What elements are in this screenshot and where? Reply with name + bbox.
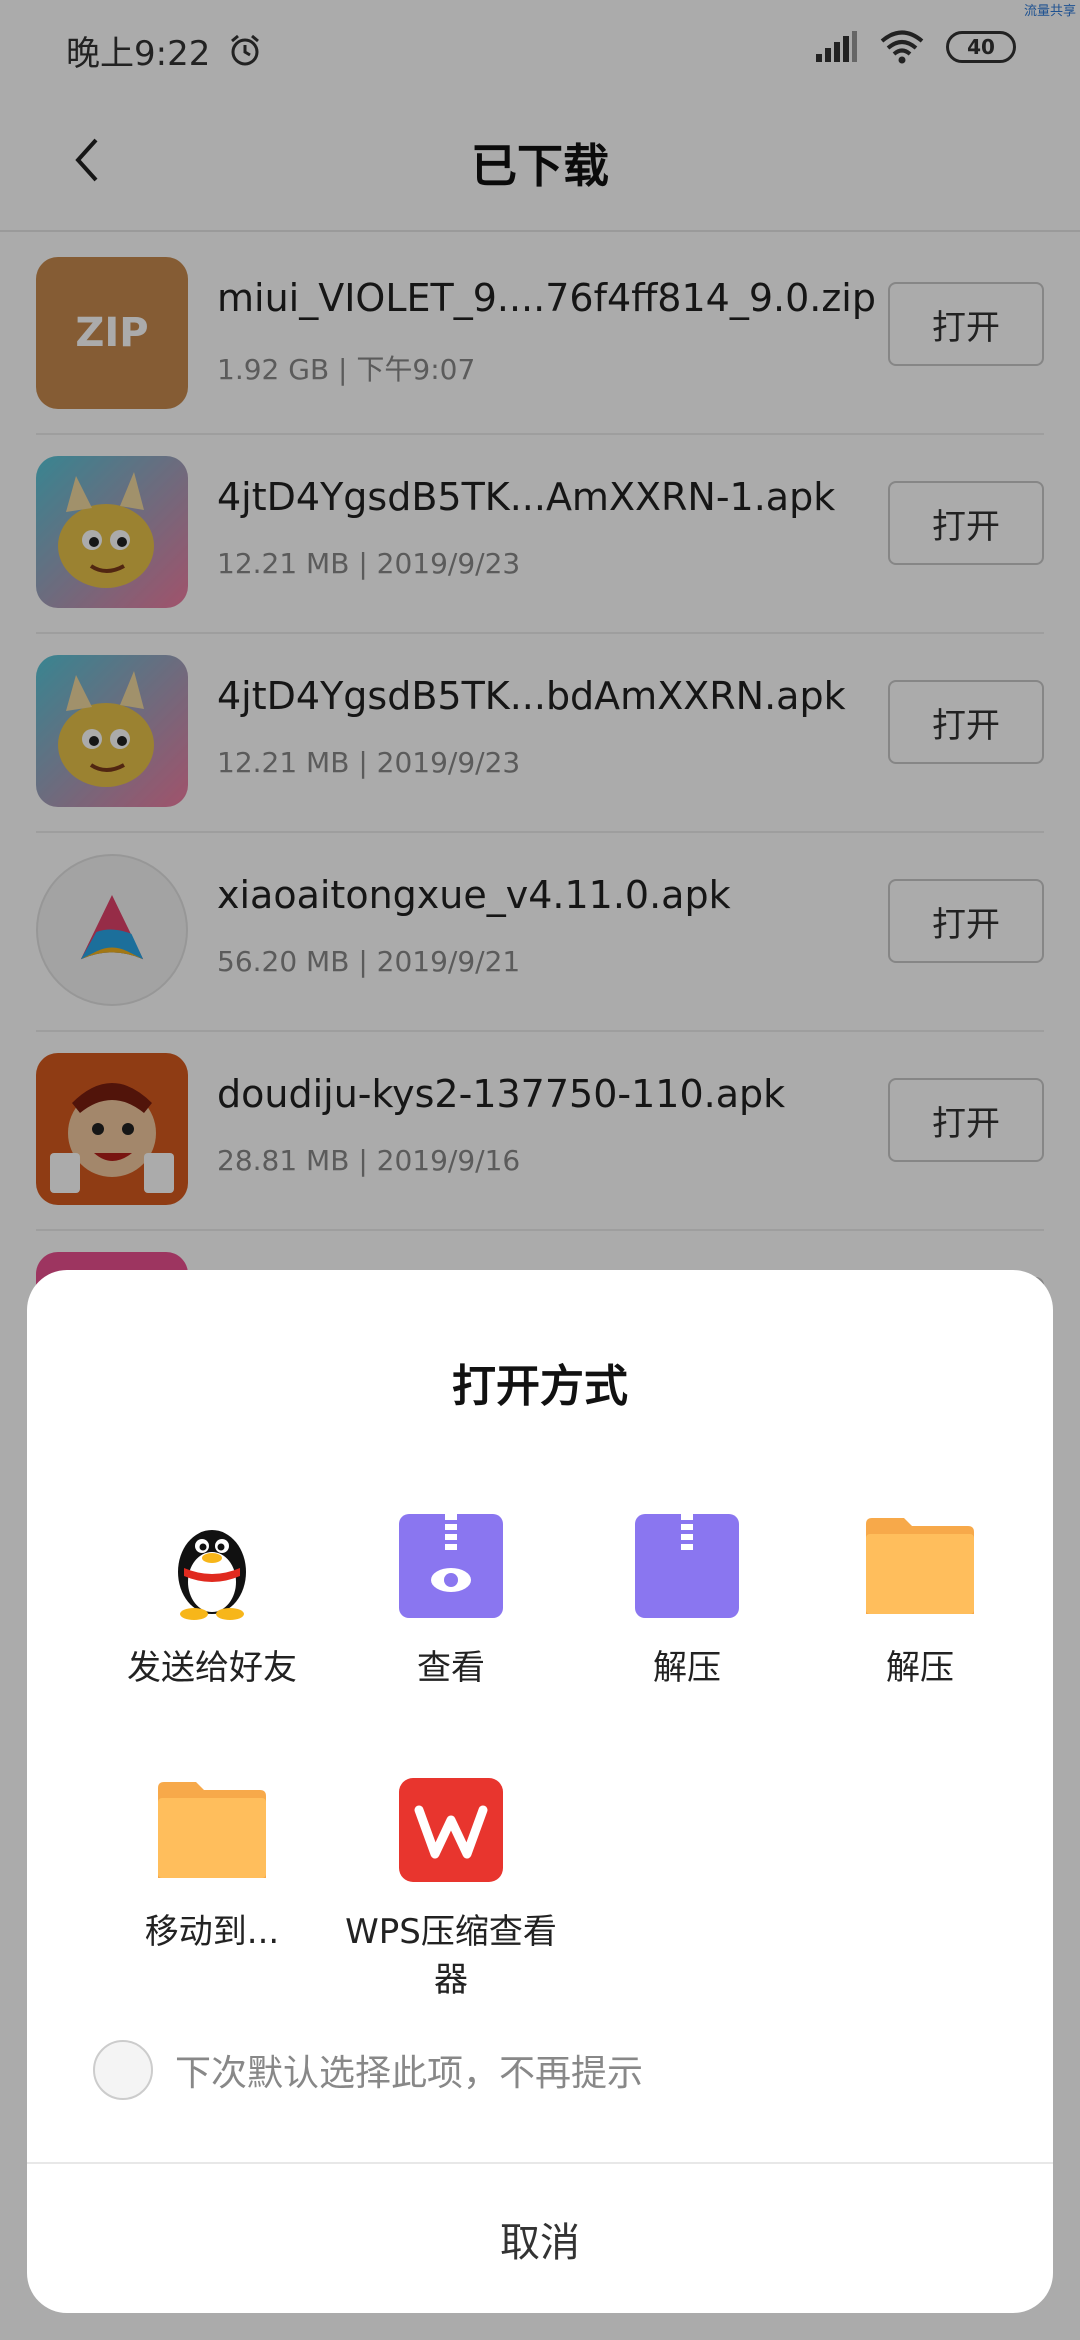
app-option-view[interactable]: 查看 bbox=[331, 1510, 571, 1692]
app-option-send-to-friend[interactable]: 发送给好友 bbox=[92, 1510, 332, 1692]
open-with-dialog: 打开方式 发送给好友 查看 解压 解压 移动到... WPS压缩查看器 下次默认… bbox=[27, 1270, 1053, 2313]
remember-choice-checkbox[interactable] bbox=[93, 2040, 153, 2100]
app-label: 解压 bbox=[653, 1648, 721, 1688]
remember-choice-label: 下次默认选择此项，不再提示 bbox=[175, 2053, 644, 2094]
folder-icon bbox=[866, 1518, 974, 1614]
app-option-move-to[interactable]: 移动到... bbox=[92, 1774, 332, 1956]
app-label: 移动到... bbox=[144, 1912, 280, 1952]
app-label: 解压 bbox=[886, 1648, 954, 1688]
app-label: 查看 bbox=[417, 1648, 485, 1688]
wps-icon bbox=[399, 1778, 503, 1882]
dialog-title: 打开方式 bbox=[452, 1361, 628, 1412]
app-option-wps-viewer[interactable]: WPS压缩查看器 bbox=[331, 1774, 571, 2004]
qq-penguin-icon bbox=[178, 1530, 246, 1620]
app-option-extract-file-manager[interactable]: 解压 bbox=[800, 1510, 1040, 1692]
remember-choice-row[interactable]: 下次默认选择此项，不再提示 bbox=[93, 2040, 643, 2100]
app-option-extract[interactable]: 解压 bbox=[567, 1510, 807, 1692]
app-label: 发送给好友 bbox=[127, 1648, 297, 1688]
zip-extract-icon bbox=[635, 1514, 739, 1618]
folder-icon bbox=[158, 1782, 266, 1878]
app-label: WPS压缩查看器 bbox=[345, 1912, 557, 2000]
zip-viewer-icon bbox=[399, 1514, 503, 1618]
cancel-button[interactable]: 取消 bbox=[27, 2164, 1053, 2313]
